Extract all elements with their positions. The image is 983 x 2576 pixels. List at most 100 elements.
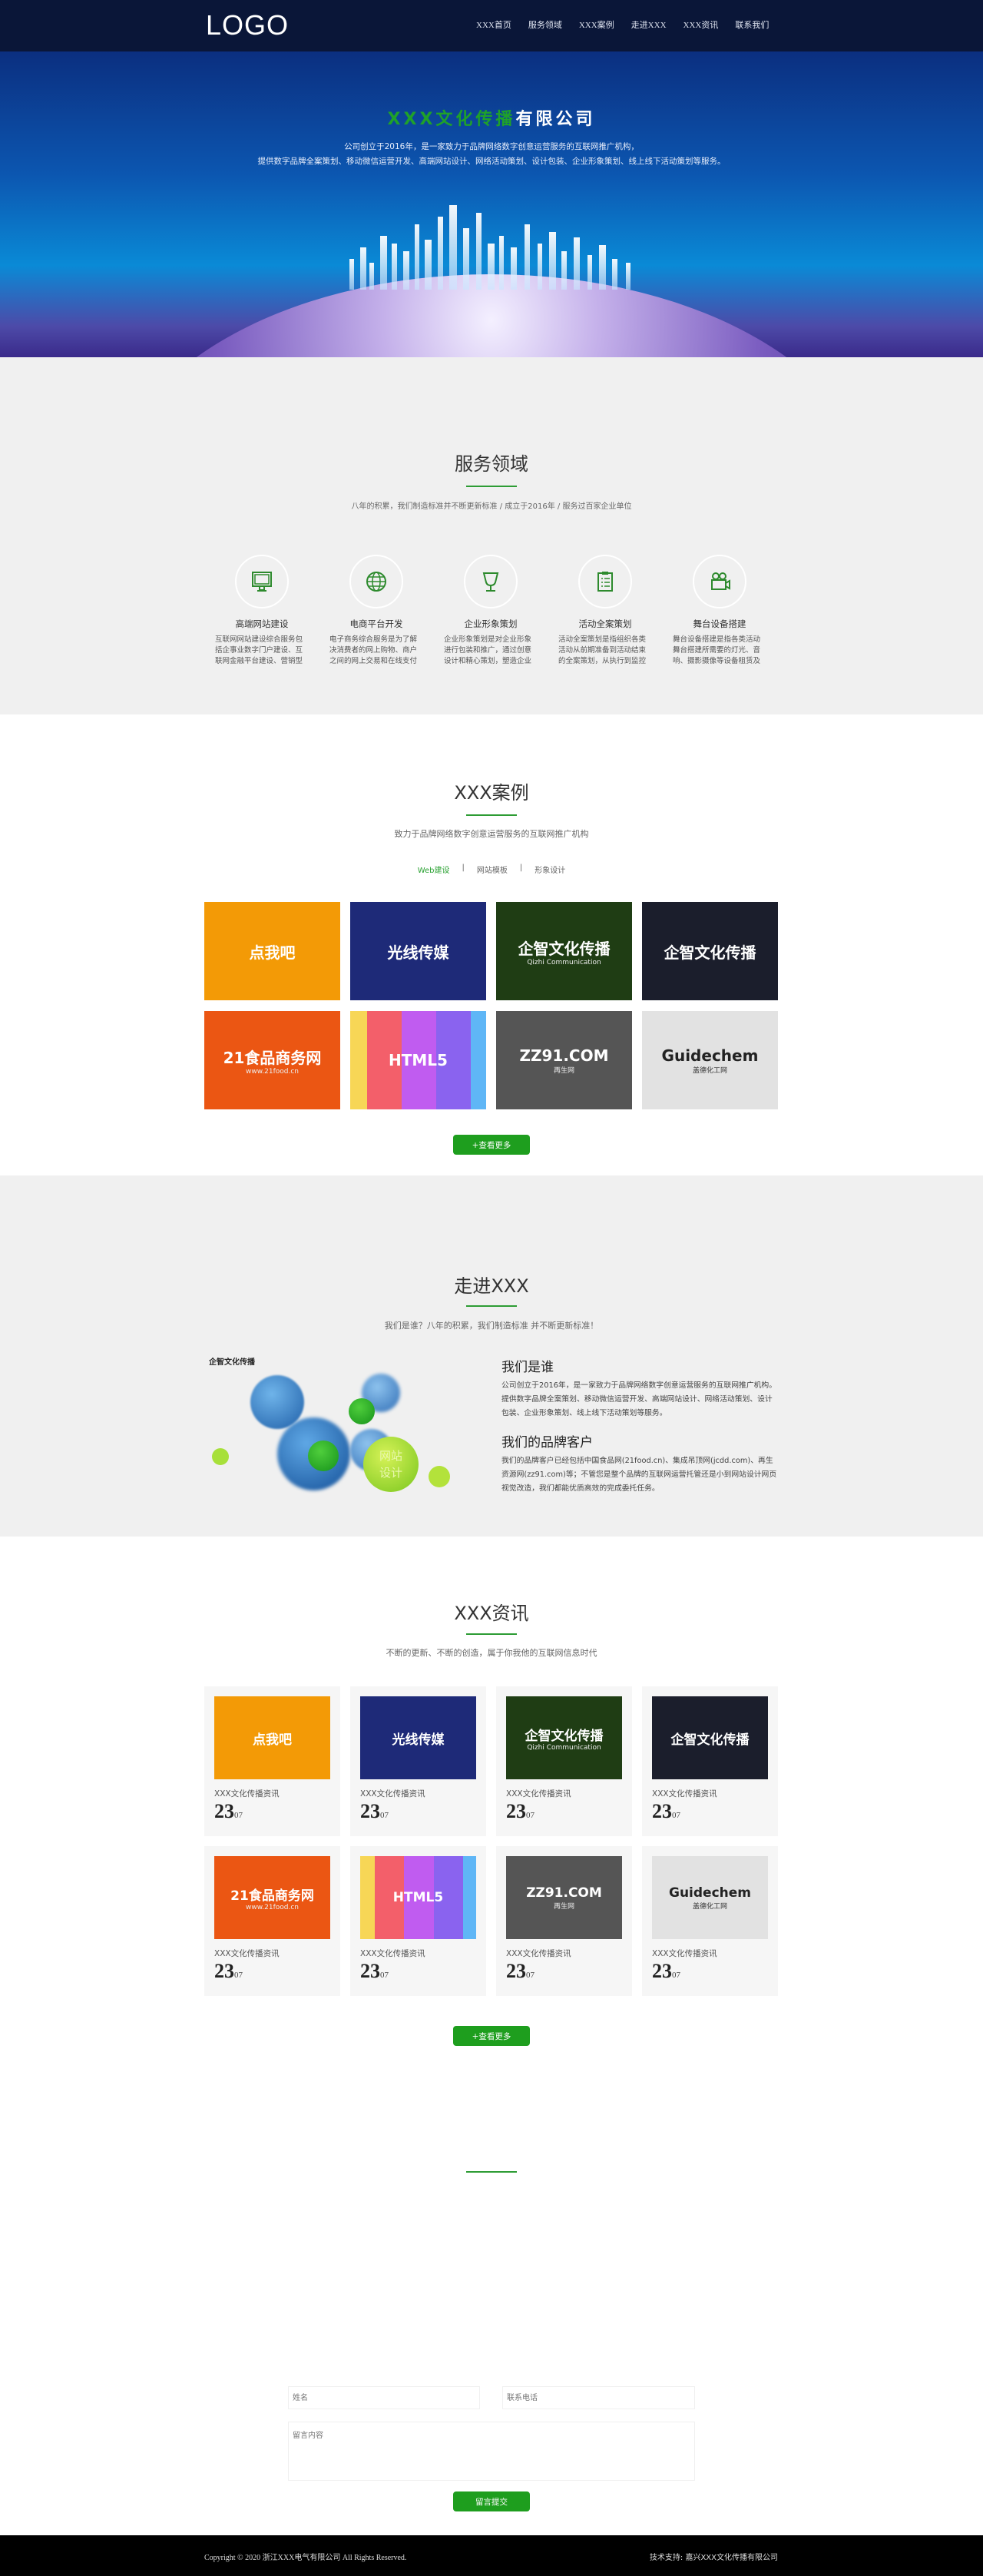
globe-icon bbox=[366, 572, 386, 592]
news-card[interactable]: 企智文化传播 Qizhi Communication XXX文化传播资讯 2307 bbox=[496, 1686, 632, 1836]
news-card[interactable]: 光线传媒 XXX文化传播资讯 2307 bbox=[350, 1686, 486, 1836]
bubble-text: 网站 bbox=[379, 1449, 402, 1463]
news-date: 2307 bbox=[506, 1800, 535, 1823]
services-title: 服务领域 bbox=[455, 453, 528, 475]
logo[interactable]: LOGO bbox=[206, 9, 289, 41]
header: LOGO XXX首页 服务领域 XXX案例 走进XXX XXX资讯 联系我们 bbox=[0, 0, 983, 51]
nav-cases[interactable]: XXX案例 bbox=[579, 18, 614, 31]
services-subtitle: 八年的积累，我们制造标准并不断更新标准 / 成立于2016年 / 服务过百家企业… bbox=[351, 502, 632, 511]
tab-image-design[interactable]: 形象设计 bbox=[535, 864, 565, 875]
tile-text: 光线传媒 bbox=[392, 1732, 445, 1748]
tab-templates[interactable]: 网站模板 bbox=[477, 864, 508, 875]
cases-more-button[interactable]: +查看更多 bbox=[453, 1135, 530, 1155]
hero-title-white: 有限公司 bbox=[515, 110, 596, 129]
nav-about[interactable]: 走进XXX bbox=[631, 18, 667, 31]
nav-news[interactable]: XXX资讯 bbox=[683, 18, 719, 31]
case-tile[interactable]: 企智文化传播 bbox=[642, 902, 778, 1000]
news-card[interactable]: 企智文化传播 XXX文化传播资讯 2307 bbox=[642, 1686, 778, 1836]
case-tile[interactable]: 光线传媒 bbox=[350, 902, 486, 1000]
title-underline bbox=[466, 486, 517, 487]
news-day: 23 bbox=[214, 1800, 234, 1822]
news-date: 2307 bbox=[214, 1960, 243, 1983]
case-tile[interactable]: HTML5 bbox=[350, 1011, 486, 1109]
phone-input[interactable] bbox=[502, 2386, 695, 2409]
news-day: 23 bbox=[214, 1960, 234, 1982]
building bbox=[511, 247, 517, 290]
name-input[interactable] bbox=[288, 2386, 480, 2409]
hero-title-green: XXX文化传播 bbox=[387, 110, 516, 129]
news-date: 2307 bbox=[214, 1800, 243, 1823]
news-month: 07 bbox=[380, 1971, 389, 1980]
main-nav: XXX首页 服务领域 XXX案例 走进XXX XXX资讯 联系我们 bbox=[476, 18, 769, 31]
about-image: 企智文化传播 网站 设计 bbox=[204, 1352, 496, 1506]
tile-text: 企智文化传播 bbox=[670, 1732, 750, 1748]
trophy-icon bbox=[482, 572, 499, 592]
building bbox=[574, 237, 580, 290]
news-month: 07 bbox=[672, 1971, 680, 1980]
building bbox=[538, 244, 542, 290]
case-tile[interactable]: 企智文化传播 Qizhi Communication bbox=[496, 902, 632, 1000]
building bbox=[392, 244, 397, 290]
message-textarea[interactable] bbox=[288, 2422, 695, 2481]
title-underline bbox=[466, 814, 517, 816]
bubble-web-design: 网站 设计 bbox=[363, 1437, 419, 1492]
news-title: XXX文化传播资讯 bbox=[652, 1949, 717, 1958]
news-title: XXX文化传播资讯 bbox=[652, 1789, 717, 1799]
news-date: 2307 bbox=[360, 1800, 389, 1823]
tab-web[interactable]: Web建设 bbox=[418, 864, 450, 875]
nav-contact[interactable]: 联系我们 bbox=[735, 18, 769, 31]
case-tile[interactable]: ZZ91.COM 再生网 bbox=[496, 1011, 632, 1109]
news-date: 2307 bbox=[652, 1960, 680, 1983]
news-month: 07 bbox=[234, 1811, 243, 1820]
icon-circle bbox=[349, 555, 403, 608]
tile-subtext: 盖德化工网 bbox=[692, 1902, 727, 1911]
news-card[interactable]: HTML5 XXX文化传播资讯 2307 bbox=[350, 1846, 486, 1996]
news-more-button[interactable]: +查看更多 bbox=[453, 2026, 530, 2046]
service-item[interactable]: 舞台设备搭建 舞台设备搭建是指各类活动舞台搭建所需要的灯光、音响、摄影摄像等设备… bbox=[666, 555, 773, 667]
nav-services[interactable]: 服务领域 bbox=[528, 18, 562, 31]
about-title: 走进XXX bbox=[454, 1275, 529, 1297]
title-underline bbox=[466, 2171, 517, 2173]
hero-banner: XXX文化传播有限公司 公司创立于2016年，是一家致力于品牌网络数字创意运营服… bbox=[0, 51, 983, 357]
case-tile[interactable]: 点我吧 bbox=[204, 902, 340, 1000]
tile-subtext: 再生网 bbox=[553, 1066, 574, 1075]
tile-text: 21食品商务网 bbox=[230, 1888, 314, 1904]
news-title: XXX文化传播资讯 bbox=[214, 1949, 280, 1958]
building bbox=[380, 236, 387, 290]
service-desc: 舞台设备搭建是指各类活动舞台搭建所需要的灯光、音响、摄影摄像等设备租赁及全程管 bbox=[673, 635, 761, 665]
service-item[interactable]: 高端网站建设 互联网网站建设综合服务包括企事业数字门户建设、互联网金融平台建设、… bbox=[208, 555, 316, 667]
service-item[interactable]: 电商平台开发 电子商务综合服务是为了解决消费者的网上购物、商户之间的网上交易和在… bbox=[323, 555, 430, 667]
submit-button[interactable]: 留言提交 bbox=[453, 2491, 530, 2511]
service-item[interactable]: 企业形象策划 企业形象策划是对企业形象进行包装和推广，通过创意设计和精心策划，塑… bbox=[437, 555, 544, 667]
case-tile[interactable]: 21食品商务网 www.21food.cn bbox=[204, 1011, 340, 1109]
news-day: 23 bbox=[360, 1800, 380, 1822]
news-month: 07 bbox=[526, 1811, 535, 1820]
tile-subtext: Qizhi Communication bbox=[527, 958, 601, 966]
news-card[interactable]: 21食品商务网 www.21food.cn XXX文化传播资讯 2307 bbox=[204, 1846, 340, 1996]
tile-text: 企智文化传播 bbox=[518, 939, 611, 958]
tile-text: ZZ91.COM bbox=[519, 1046, 609, 1065]
about-image-logo: 企智文化传播 bbox=[209, 1358, 255, 1367]
nav-home[interactable]: XXX首页 bbox=[476, 18, 511, 31]
copyright: Copyright © 2020 浙江XXX电气有限公司 All Rights … bbox=[204, 2554, 407, 2562]
hero-desc-2: 提供数字品牌全案策划、移动微信运营开发、高端网站设计、网络活动策划、设计包装、企… bbox=[257, 157, 726, 166]
service-name: 活动全案策划 bbox=[578, 618, 632, 629]
tile-subtext: 再生网 bbox=[553, 1902, 574, 1911]
news-image: 21食品商务网 www.21food.cn bbox=[214, 1856, 330, 1939]
news-card[interactable]: 点我吧 XXX文化传播资讯 2307 bbox=[204, 1686, 340, 1836]
service-name: 企业形象策划 bbox=[464, 618, 518, 629]
news-card[interactable]: ZZ91.COM 再生网 XXX文化传播资讯 2307 bbox=[496, 1846, 632, 1996]
news-date: 2307 bbox=[360, 1960, 389, 1983]
building bbox=[403, 251, 409, 290]
tile-text: 点我吧 bbox=[253, 1732, 292, 1748]
service-desc: 互联网网站建设综合服务包括企事业数字门户建设、互联网金融平台建设、营销型网站建设 bbox=[215, 635, 303, 665]
service-item[interactable]: 活动全案策划 活动全案策划是指组织各类活动从前期准备到活动结束的全案策划，从执行… bbox=[551, 555, 659, 667]
news-card[interactable]: Guidechem 盖德化工网 XXX文化传播资讯 2307 bbox=[642, 1846, 778, 1996]
news-title: XXX资讯 bbox=[454, 1603, 529, 1624]
building bbox=[415, 224, 419, 290]
cases-subtitle: 致力于品牌网络数字创意运营服务的互联网推广机构 bbox=[394, 829, 589, 839]
tile-text: 企智文化传播 bbox=[525, 1728, 604, 1744]
news-title: XXX文化传播资讯 bbox=[506, 1949, 571, 1958]
case-tile[interactable]: Guidechem 盖德化工网 bbox=[642, 1011, 778, 1109]
bubble bbox=[349, 1398, 375, 1424]
